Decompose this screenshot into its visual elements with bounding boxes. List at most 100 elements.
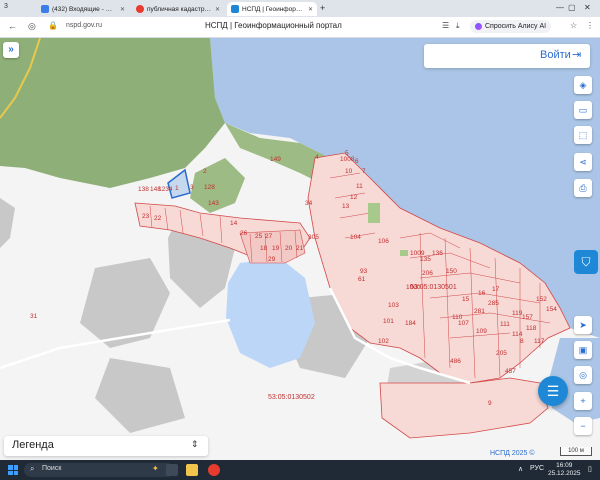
yandex-browser-icon[interactable] bbox=[208, 464, 220, 476]
zoom-in-button[interactable]: + bbox=[574, 392, 592, 410]
download-icon[interactable]: ⤓ bbox=[456, 21, 460, 31]
parcel-label[interactable]: 12 bbox=[350, 194, 357, 201]
parcel-label[interactable]: 20 bbox=[285, 245, 292, 252]
lock-icon[interactable]: 🔒 bbox=[48, 21, 58, 30]
parcel-label[interactable]: 93 bbox=[360, 268, 367, 275]
parcel-label[interactable]: 3 bbox=[190, 184, 194, 191]
parcel-label[interactable]: 152 bbox=[536, 296, 547, 303]
parcel-label[interactable]: 128 bbox=[204, 184, 215, 191]
print-button[interactable]: ⎙ bbox=[574, 179, 592, 197]
parcel-label[interactable]: 154 bbox=[546, 306, 557, 313]
yandex-home-icon[interactable]: ◎ bbox=[28, 21, 36, 32]
tab-search[interactable]: публичная кадастровая ка ✕ bbox=[132, 2, 224, 16]
map-viewport[interactable]: 53:05:0130501 53:05:0130502 1 2 3 4 5 6 … bbox=[0, 38, 600, 460]
parcel-label[interactable]: 205 bbox=[496, 350, 507, 357]
tab-mail[interactable]: (432) Входящие - Почта Ма ✕ bbox=[37, 2, 129, 16]
parcel-label[interactable]: 281 bbox=[474, 308, 485, 315]
tray-up-icon[interactable]: ∧ bbox=[518, 465, 523, 473]
parcel-label[interactable]: 1000 bbox=[406, 284, 420, 291]
parcel-label[interactable]: 104 bbox=[350, 234, 361, 241]
notification-icon[interactable]: ▯ bbox=[588, 465, 592, 473]
parcel-label[interactable]: 486 bbox=[450, 358, 461, 365]
close-tab-icon[interactable]: ✕ bbox=[120, 6, 125, 13]
parcel-label[interactable]: 16 bbox=[478, 290, 485, 297]
parcel-label[interactable]: 9 bbox=[488, 400, 492, 407]
bookmarks-icon[interactable]: ☰ bbox=[442, 21, 449, 30]
parcel-label[interactable]: 149 bbox=[270, 156, 281, 163]
chat-button[interactable]: ☰ bbox=[538, 376, 568, 406]
parcel-label[interactable]: 14 bbox=[230, 220, 237, 227]
parcel-label[interactable]: 34 bbox=[305, 200, 312, 207]
parcel-label[interactable]: 22 bbox=[154, 215, 161, 222]
parcel-label[interactable]: 27 bbox=[265, 233, 272, 240]
tab-nspd[interactable]: НСПД | Геоинформационн ✕ bbox=[227, 2, 317, 16]
back-icon[interactable]: ← bbox=[8, 21, 17, 31]
parcel-label[interactable]: 101 bbox=[383, 318, 394, 325]
geolocation-button[interactable]: ➤ bbox=[574, 316, 592, 334]
search-location-button[interactable]: ◎ bbox=[574, 366, 592, 384]
parcel-label[interactable]: 8 bbox=[520, 338, 524, 345]
parcel-label[interactable]: 1 bbox=[175, 185, 179, 192]
menu-icon[interactable]: ⋮ bbox=[586, 21, 594, 30]
task-view-icon[interactable] bbox=[166, 464, 178, 476]
parcel-label[interactable]: 2 bbox=[203, 168, 207, 175]
parcel-label[interactable]: 1009 bbox=[410, 250, 424, 257]
parcel-label[interactable]: 11 bbox=[356, 183, 363, 190]
map-view-button[interactable]: ▣ bbox=[574, 341, 592, 359]
parcel-label[interactable]: 457 bbox=[505, 368, 516, 375]
parcel-label[interactable]: 102 bbox=[378, 338, 389, 345]
tab-count[interactable]: 3 bbox=[4, 3, 8, 10]
parcel-label[interactable]: 29 bbox=[268, 256, 275, 263]
parcel-label[interactable]: 135 bbox=[420, 256, 431, 263]
parcel-label[interactable]: 107 bbox=[458, 320, 469, 327]
minimize-icon[interactable]: — bbox=[556, 3, 564, 12]
url-field[interactable]: nspd.gov.ru bbox=[66, 22, 102, 29]
parcel-label[interactable]: 17 bbox=[492, 286, 499, 293]
parcel-label[interactable]: 138 bbox=[138, 186, 149, 193]
parcel-label[interactable]: 114 bbox=[512, 331, 522, 338]
parcel-label[interactable]: 136 bbox=[432, 250, 443, 257]
parcel-label[interactable]: 305 bbox=[308, 234, 319, 241]
parcel-label[interactable]: 111 bbox=[500, 321, 510, 328]
parcel-label[interactable]: 184 bbox=[405, 320, 416, 327]
close-tab-icon[interactable]: ✕ bbox=[215, 6, 220, 13]
close-window-icon[interactable]: ✕ bbox=[584, 3, 591, 12]
parcel-label[interactable]: 285 bbox=[488, 300, 499, 307]
new-tab-button[interactable]: + bbox=[320, 3, 325, 13]
basemap-button[interactable]: ▭ bbox=[574, 101, 592, 119]
parcel-label[interactable]: 118 bbox=[526, 325, 536, 332]
parcel-label[interactable]: 61 bbox=[358, 276, 365, 283]
legend-panel[interactable]: Легенда ⇕ bbox=[4, 436, 208, 456]
parcel-label[interactable]: 150 bbox=[446, 268, 457, 275]
parcel-label[interactable]: 19 bbox=[272, 245, 279, 252]
parcel-label[interactable]: 10 bbox=[345, 168, 352, 175]
expand-panel-button[interactable]: » bbox=[3, 42, 19, 58]
parcel-label[interactable]: 110 bbox=[452, 314, 462, 321]
taskbar-search[interactable]: ⌕ Поиск ✦ bbox=[24, 463, 174, 477]
parcel-label[interactable]: 206 bbox=[422, 270, 433, 277]
maximize-icon[interactable]: ▢ bbox=[568, 3, 576, 12]
parcel-label[interactable]: 13 bbox=[342, 203, 349, 210]
login-button[interactable]: Войти ⇥ bbox=[424, 44, 590, 68]
close-tab-icon[interactable]: ✕ bbox=[308, 6, 313, 13]
parcel-label[interactable]: 117 bbox=[534, 338, 544, 345]
parcel-label[interactable]: 21 bbox=[296, 245, 303, 252]
parcel-label[interactable]: 157 bbox=[522, 314, 533, 321]
copyright[interactable]: НСПД 2025 © bbox=[490, 450, 535, 457]
parcel-label[interactable]: 4 bbox=[315, 154, 319, 161]
parcel-label[interactable]: 18 bbox=[260, 245, 267, 252]
parcel-label[interactable]: 119 bbox=[512, 310, 522, 317]
select-area-button[interactable]: ⬚ bbox=[574, 126, 592, 144]
parcel-label[interactable]: 23 bbox=[142, 213, 149, 220]
windows-start-icon[interactable] bbox=[8, 465, 18, 475]
explorer-icon[interactable] bbox=[186, 464, 198, 476]
parcel-label[interactable]: 143 bbox=[208, 200, 219, 207]
ask-alice-button[interactable]: Спросить Алису AI bbox=[470, 20, 552, 33]
parcel-label[interactable]: 1008 bbox=[340, 156, 354, 163]
share-button[interactable]: ⋖ bbox=[574, 153, 592, 171]
parcel-label[interactable]: 26 bbox=[240, 230, 247, 237]
parcel-label[interactable]: 106 bbox=[378, 238, 389, 245]
parcel-label[interactable]: 6 bbox=[355, 158, 359, 165]
zoom-out-button[interactable]: − bbox=[574, 417, 592, 435]
side-service-button[interactable]: ⛉ bbox=[574, 250, 598, 274]
